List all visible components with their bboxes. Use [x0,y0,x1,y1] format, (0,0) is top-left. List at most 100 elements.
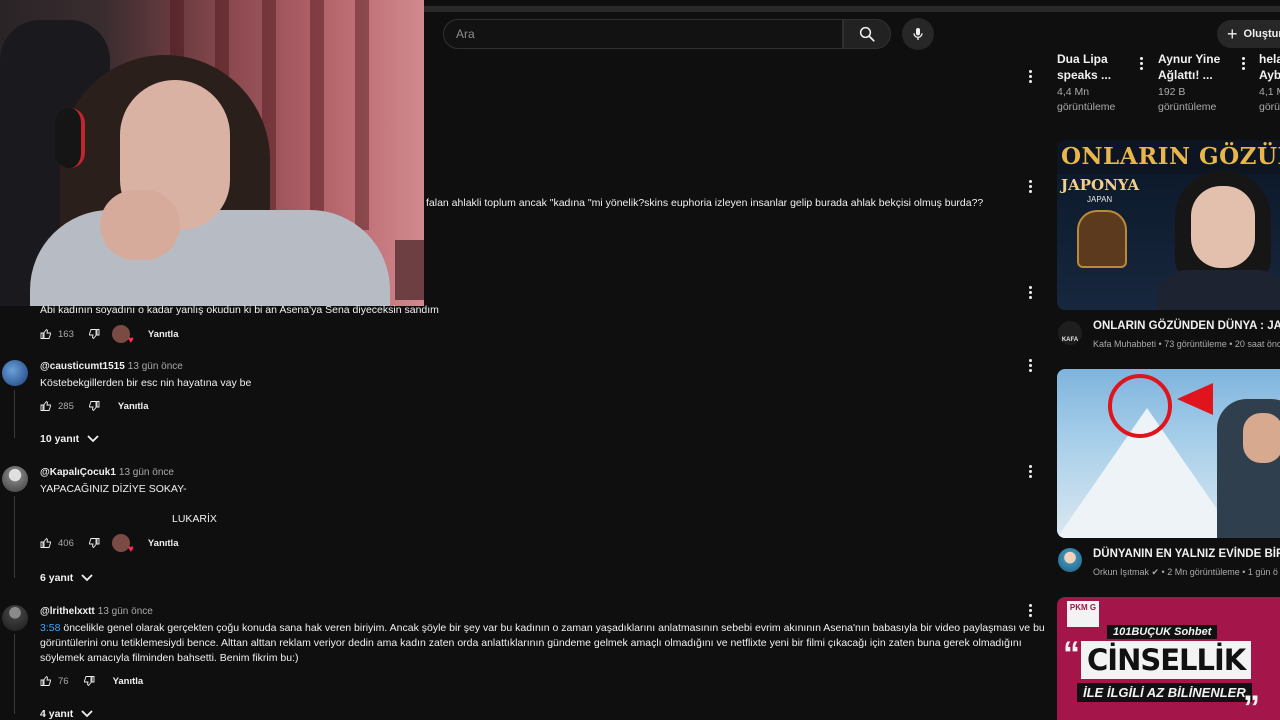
replies-toggle[interactable]: 4 yanıt [40,708,93,720]
comment-actions: 76 Yanıtla [40,673,143,689]
quote-icon: ” [1243,689,1260,720]
channel-avatar[interactable] [1058,548,1082,572]
presenter-body [1157,270,1280,310]
thumbnail-banner-text: ONLARIN GÖZÜN [1057,140,1280,174]
comment-author[interactable]: @lrithelxxtt 13 gün önce [40,606,153,617]
thread-line [14,496,15,578]
reply-button[interactable]: Yanıtla [148,329,179,340]
avatar[interactable] [2,360,28,386]
headset [55,108,85,168]
avatar[interactable] [2,605,28,631]
short-title[interactable]: speaks ... [1057,67,1111,83]
more-actions-icon[interactable] [1022,601,1038,619]
dislike-icon[interactable] [88,400,100,412]
short-title[interactable]: Ayb [1259,67,1280,83]
short-views: görü [1259,101,1280,113]
like-icon[interactable] [40,675,52,687]
thread-line [14,634,15,714]
like-count: 285 [58,400,74,412]
samurai-helmet [1077,210,1127,268]
video-thumbnail[interactable] [1057,369,1280,538]
comment-text: YAPACAĞINIZ DİZİYE SOKAY- [40,483,187,495]
creator-heart-badge: ♥ [111,534,134,555]
short-title[interactable]: Aynur Yine [1158,51,1220,67]
timestamp-link[interactable]: 3:58 [40,622,60,634]
more-actions-icon[interactable] [1022,356,1038,374]
video-thumbnail[interactable]: PKM G “ 101BUÇUK Sohbet CİNSELLİK İLE İL… [1057,597,1280,720]
short-views: 4,1 M [1259,86,1280,98]
top-bar [424,6,1280,12]
thumbnail-tag: 101BUÇUK Sohbet [1107,625,1218,639]
dislike-icon[interactable] [83,675,95,687]
replies-count: 4 yanıt [40,708,74,720]
create-label: Oluştur [1243,28,1280,40]
quote-icon: “ [1063,635,1080,673]
voice-search-button[interactable] [902,18,934,50]
like-icon[interactable] [40,400,52,412]
channel-avatar[interactable]: KAFA [1058,321,1082,345]
comment-text: görüntülerini onu tetiklemesiydi bence. … [40,637,1022,649]
streamer-hand [100,190,180,260]
short-title[interactable]: hela [1259,51,1280,67]
replies-toggle[interactable]: 6 yanıt [40,572,93,584]
comment-time[interactable]: 13 gün önce [119,467,174,478]
reply-button[interactable]: Yanıtla [118,401,149,412]
short-views: 192 B [1158,86,1186,98]
dislike-icon[interactable] [88,537,100,549]
heart-icon: ♥ [127,544,134,555]
reply-button[interactable]: Yanıtla [148,538,179,549]
chevron-down-icon [81,710,93,718]
avatar[interactable] [2,466,28,492]
webcam-overlay [0,0,424,306]
comment-actions: 285 Yanıtla [40,398,148,414]
comment-text: LUKARİX [172,513,217,525]
video-thumbnail[interactable]: ONLARIN GÖZÜN JAPONYA JAPAN [1057,140,1280,310]
chevron-down-icon [87,435,99,443]
dislike-icon[interactable] [88,328,100,340]
comment-text: söylemek amacıyla filminden bahsetti. Be… [40,652,299,664]
more-actions-icon[interactable] [1022,283,1038,301]
create-button[interactable]: + Oluştur [1217,20,1280,48]
thumbnail-headline: CİNSELLİK [1081,641,1252,679]
curtain-fold [310,0,324,230]
thread-line [14,390,15,438]
top-strip [424,0,1280,12]
search-button[interactable] [843,19,891,49]
channel-logo: PKM G [1067,601,1099,627]
comment-author[interactable]: @KapalıÇocuk1 13 gün önce [40,467,174,478]
comment-author[interactable]: @causticumt1515 13 gün önce [40,361,183,372]
like-icon[interactable] [40,537,52,549]
more-actions-icon[interactable] [1235,54,1251,72]
heart-icon: ♥ [127,335,134,346]
more-actions-icon[interactable] [1022,177,1038,195]
replies-toggle[interactable]: 10 yanıt [40,433,99,445]
video-title[interactable]: DÜNYANIN EN YALNIZ EVİNDE BİR [1093,548,1280,560]
comment-text-partial: falan ahlakli toplum ancak "kadına "mi y… [426,197,984,209]
thumbnail-subheadline: İLE İLGİLİ AZ BİLİNENLER [1077,683,1252,702]
comment-time[interactable]: 13 gün önce [128,361,183,372]
video-meta: Kafa Muhabbeti • 73 görüntüleme • 20 saa… [1093,339,1280,349]
reply-button[interactable]: Yanıtla [113,676,144,687]
replies-count: 6 yanıt [40,572,74,584]
search-box[interactable] [443,19,843,49]
more-actions-icon[interactable] [1022,462,1038,480]
video-meta: Orkun Işıtmak ✔ • 2 Mn görüntüleme • 1 g… [1093,567,1278,577]
short-views: 4,4 Mn [1057,86,1090,98]
plus-icon: + [1227,24,1238,44]
more-actions-icon[interactable] [1133,54,1149,72]
comment-text: Köstebekgillerden bir esc nin hayatına v… [40,377,252,389]
comment-text: 3:58 öncelikle genel olarak gerçekten ço… [40,622,1045,634]
presenter-face [1191,186,1255,268]
highlight-circle [1108,374,1172,438]
short-title[interactable]: Dua Lipa [1057,51,1108,67]
video-title[interactable]: ONLARIN GÖZÜNDEN DÜNYA : JAP [1093,320,1280,332]
comment-time[interactable]: 13 gün önce [98,606,153,617]
more-actions-icon[interactable] [1022,67,1038,85]
red-arrow-icon [1177,383,1213,415]
streamer-hoodie [30,210,390,306]
chevron-down-icon [81,574,93,582]
short-title[interactable]: Ağlattı! ... [1158,67,1213,83]
like-icon[interactable] [40,328,52,340]
replies-count: 10 yanıt [40,433,80,445]
search-input[interactable] [444,20,842,48]
